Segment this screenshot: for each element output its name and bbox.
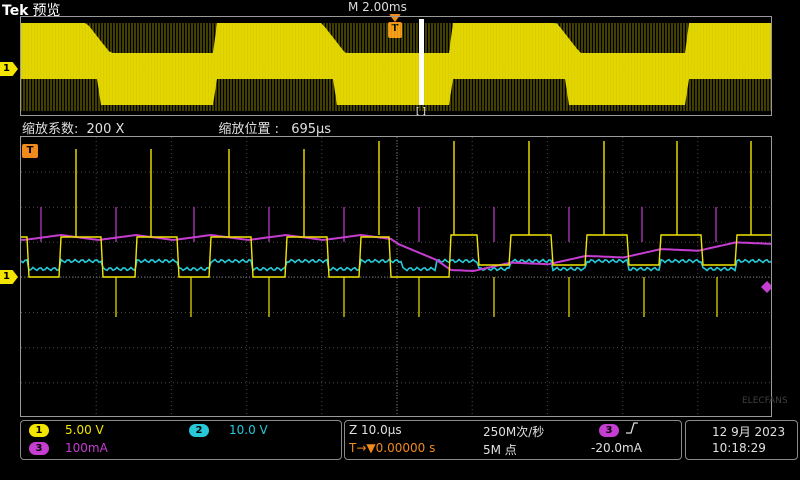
ch2-scale[interactable]: 10.0 V (229, 423, 268, 437)
zoom-timebase[interactable]: Z 10.0μs (349, 423, 402, 437)
ch1-ground-marker-overview[interactable]: 1 (0, 62, 18, 76)
trigger-level-marker[interactable] (761, 281, 772, 293)
trigger-position-readout[interactable]: T→▼0.00000 s (349, 441, 435, 455)
zoom-factor-value: 200 X (86, 122, 125, 137)
date-display: 12 9月 2023 (712, 425, 786, 439)
trigger-source-badge[interactable]: 3 (599, 424, 619, 437)
watermark: ELECFANS (742, 396, 788, 406)
trigger-level: -20.0mA (591, 441, 642, 455)
zoom-bracket: [ ] (416, 107, 426, 117)
record-length: 5M 点 (483, 443, 517, 457)
overview-waveform[interactable] (20, 16, 772, 116)
sample-rate: 250M次/秒 (483, 425, 545, 439)
zoom-position-label: 缩放位置 : (218, 122, 280, 137)
ch3-badge[interactable]: 3 (29, 442, 49, 455)
zoomed-waveform-display[interactable] (20, 136, 772, 417)
trigger-position-value: 0.00000 s (375, 441, 436, 455)
time-display: 10:18:29 (712, 441, 766, 455)
zoom-window-indicator[interactable] (419, 19, 424, 105)
ch1-ground-marker-main[interactable]: 1 (0, 270, 18, 284)
timebase-readout[interactable]: M 2.00ms (348, 0, 407, 14)
datetime-panel: 12 9月 2023 10:18:29 (685, 420, 798, 460)
trigger-position-marker-main[interactable]: T (22, 144, 38, 158)
zoom-factor-label: 缩放系数: (22, 122, 79, 137)
zoom-info-bar: 缩放系数: 200 X 缩放位置 : 695μs (22, 118, 331, 137)
ch3-scale[interactable]: 100mA (65, 441, 108, 455)
channel-settings-panel[interactable]: 1 5.00 V 2 10.0 V 3 100mA (20, 420, 342, 460)
zoom-position-value: 695μs (291, 122, 332, 137)
rising-edge-icon (625, 421, 639, 438)
ch1-scale[interactable]: 5.00 V (65, 423, 104, 437)
graticule-svg (21, 137, 772, 416)
overview-svg (21, 19, 771, 111)
trigger-position-icon: T→▼ (349, 441, 376, 455)
acquisition-panel[interactable]: Z 10.0μs T→▼0.00000 s 250M次/秒 5M 点 3 -20… (344, 420, 682, 460)
ch2-badge[interactable]: 2 (189, 424, 209, 437)
ch1-badge[interactable]: 1 (29, 424, 49, 437)
